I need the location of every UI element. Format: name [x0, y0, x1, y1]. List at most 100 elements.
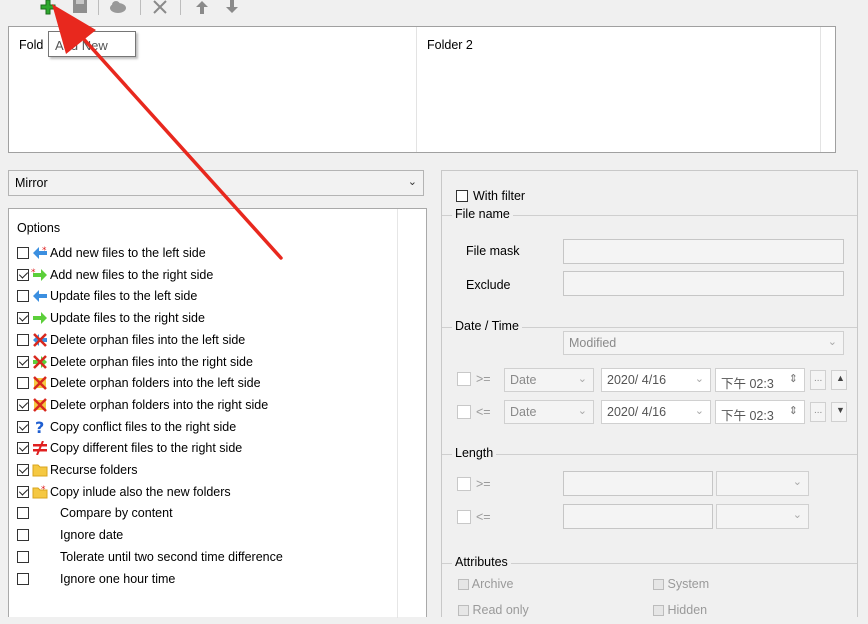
new-folder-icon: * — [31, 484, 49, 500]
file-mask-label: File mask — [466, 244, 520, 258]
add-new-tooltip: Add New — [48, 31, 136, 57]
archive-row[interactable]: Archive — [458, 577, 513, 591]
option-checkbox[interactable] — [17, 398, 29, 411]
svg-text:*: * — [31, 268, 36, 278]
option-checkbox[interactable] — [17, 247, 29, 259]
date-field-value: Modified — [569, 336, 617, 350]
scroll-down-button[interactable]: ▼ — [831, 402, 847, 422]
option-row[interactable]: * Copy inlude also the new folders — [17, 482, 231, 502]
option-label: Add new files to the right side — [50, 267, 214, 282]
length-max-input[interactable] — [563, 504, 713, 529]
delete-right-icon — [31, 354, 49, 370]
length-group: Length >= ⌄ <= ⌄ — [442, 446, 857, 545]
date-from-type-select[interactable]: Date ⌄ — [504, 368, 594, 392]
date-to-type-select[interactable]: Date ⌄ — [504, 400, 594, 424]
option-checkbox[interactable] — [17, 507, 29, 520]
option-row[interactable]: Delete orphan files into the right side — [17, 352, 253, 372]
option-row[interactable]: Delete orphan folders into the left side — [17, 373, 261, 393]
option-checkbox[interactable] — [17, 268, 29, 281]
spinner-icon[interactable]: ⇕ — [789, 372, 798, 385]
exclude-input[interactable] — [563, 271, 844, 296]
option-checkbox[interactable] — [17, 355, 29, 368]
time-from-value: 下午 02:3 — [721, 377, 774, 391]
option-row[interactable]: Update files to the left side — [17, 286, 197, 306]
toolbar-separator — [180, 0, 181, 15]
option-row[interactable]: Recurse folders — [17, 460, 138, 480]
move-down-button[interactable] — [222, 0, 242, 16]
read-only-row[interactable]: Read only — [458, 603, 529, 617]
date-from-picker[interactable]: 2020/ 4/16 ⌄ — [601, 368, 711, 392]
date-time-title: Date / Time — [452, 319, 522, 333]
time-to-value: 下午 02:3 — [721, 409, 774, 423]
option-row[interactable]: Update files to the right side — [17, 308, 205, 328]
spinner-icon[interactable]: ⇕ — [789, 404, 798, 417]
length-min-checkbox[interactable] — [457, 477, 471, 491]
time-from-picker[interactable]: 下午 02:3 ⇕ — [715, 368, 805, 392]
read-only-checkbox[interactable] — [458, 605, 469, 617]
time-from-ellipsis-button[interactable]: ... — [810, 370, 826, 390]
add-right-icon: * — [31, 267, 49, 283]
cloud-icon — [109, 0, 127, 17]
save-button[interactable] — [70, 0, 90, 16]
date-to-checkbox[interactable] — [457, 405, 471, 419]
time-to-ellipsis-button[interactable]: ... — [810, 402, 826, 422]
option-label: Ignore one hour time — [60, 571, 176, 586]
hidden-row[interactable]: Hidden — [653, 603, 707, 617]
option-checkbox[interactable] — [17, 464, 29, 476]
with-filter-row[interactable]: With filter — [456, 189, 525, 203]
option-checkbox[interactable] — [17, 420, 29, 433]
chevron-down-icon: ⌄ — [792, 509, 802, 521]
option-row[interactable]: Ignore date — [17, 525, 123, 545]
option-checkbox[interactable] — [17, 529, 29, 542]
option-row[interactable]: * Add new files to the left side — [17, 243, 206, 263]
date-from-type-value: Date — [510, 373, 537, 387]
option-checkbox[interactable] — [17, 550, 29, 563]
date-field-select[interactable]: Modified ⌄ — [563, 331, 844, 355]
option-row[interactable]: Tolerate until two second time differenc… — [17, 547, 283, 567]
option-checkbox[interactable] — [17, 312, 29, 325]
option-row[interactable]: Delete orphan folders into the right sid… — [17, 395, 268, 415]
option-row[interactable]: Copy different files to the right side — [17, 438, 242, 458]
move-up-icon — [195, 0, 209, 17]
move-up-button[interactable] — [192, 0, 212, 16]
question-icon: ? — [31, 419, 49, 435]
option-checkbox[interactable] — [17, 485, 29, 498]
option-row[interactable]: ? Copy conflict files to the right side — [17, 417, 236, 437]
date-to-picker[interactable]: 2020/ 4/16 ⌄ — [601, 400, 711, 424]
with-filter-label: With filter — [473, 189, 526, 203]
cloud-button[interactable] — [108, 0, 128, 16]
system-checkbox[interactable] — [653, 579, 664, 591]
option-checkbox[interactable] — [17, 377, 29, 390]
file-mask-input[interactable] — [563, 239, 844, 264]
scroll-up-button[interactable]: ▲ — [831, 370, 847, 390]
add-button[interactable] — [38, 0, 58, 16]
hidden-checkbox[interactable] — [653, 605, 664, 617]
length-min-input[interactable] — [563, 471, 713, 496]
sync-mode-value: Mirror — [15, 176, 48, 190]
add-left-icon: * — [31, 245, 49, 261]
option-checkbox[interactable] — [17, 290, 29, 303]
option-row[interactable]: Ignore one hour time — [17, 569, 175, 589]
option-checkbox[interactable] — [17, 333, 29, 346]
folder-2-header[interactable]: Folder 2 — [417, 27, 821, 152]
option-row[interactable]: Delete orphan files into the left side — [17, 330, 245, 350]
delete-button[interactable] — [150, 0, 170, 16]
length-min-unit-select[interactable]: ⌄ — [716, 471, 809, 496]
length-max-checkbox[interactable] — [457, 510, 471, 524]
option-row[interactable]: Compare by content — [17, 503, 173, 523]
length-max-unit-select[interactable]: ⌄ — [716, 504, 809, 529]
svg-text:*: * — [42, 246, 47, 256]
with-filter-checkbox[interactable] — [456, 190, 468, 202]
options-divider — [397, 209, 398, 618]
date-from-checkbox[interactable] — [457, 372, 471, 386]
option-checkbox[interactable] — [17, 572, 29, 585]
time-to-picker[interactable]: 下午 02:3 ⇕ — [715, 400, 805, 424]
svg-text:?: ? — [35, 419, 44, 435]
option-checkbox[interactable] — [17, 442, 29, 455]
system-row[interactable]: System — [653, 577, 709, 591]
sync-mode-select[interactable]: Mirror ⌄ — [8, 170, 424, 196]
delete-folder-right-icon — [31, 397, 49, 413]
archive-checkbox[interactable] — [458, 579, 469, 591]
option-row[interactable]: * Add new files to the right side — [17, 265, 213, 285]
